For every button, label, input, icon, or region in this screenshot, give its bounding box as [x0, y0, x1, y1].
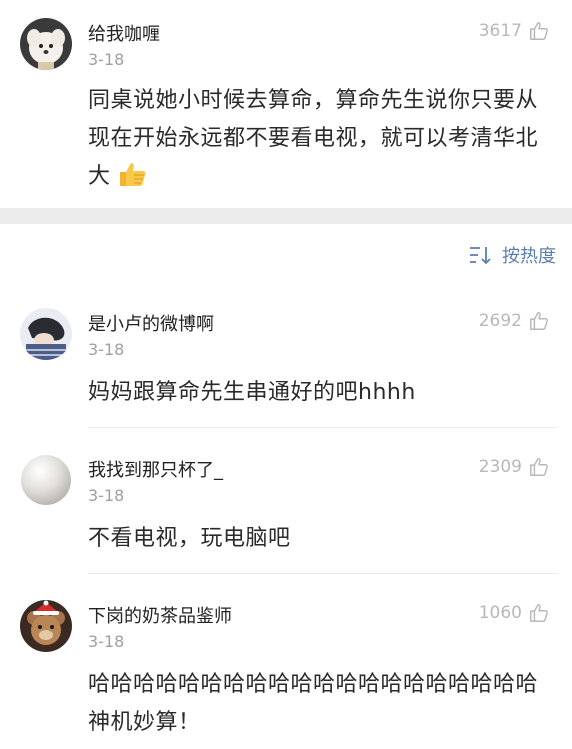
avatar[interactable]	[20, 308, 72, 360]
sort-icon	[470, 247, 491, 265]
username[interactable]: 是小卢的微博啊	[88, 310, 214, 336]
thumbs-up-icon	[530, 458, 548, 476]
avatar-bear-image	[20, 600, 72, 652]
comment-text-content: 同桌说她小时候去算命，算命先生说你只要从现在开始永远都不要看电视，就可以考清华北…	[88, 88, 539, 189]
thumbs-up-icon	[530, 312, 548, 330]
thumbs-up-emoji-icon	[120, 163, 146, 186]
avatar[interactable]	[20, 454, 72, 506]
thumbs-up-icon	[530, 604, 548, 622]
section-separator	[0, 208, 572, 224]
avatar[interactable]	[20, 600, 72, 652]
username[interactable]: 给我咖喱	[88, 20, 160, 46]
avatar-dog-image	[20, 18, 72, 70]
comment-text: 同桌说她小时候去算命，算命先生说你只要从现在开始永远都不要看电视，就可以考清华北…	[88, 82, 553, 196]
comment-text: 不看电视，玩电脑吧	[88, 526, 291, 551]
like-button[interactable]: 2692	[479, 310, 550, 332]
like-button[interactable]: 3617	[479, 20, 550, 42]
comment-date: 3-18	[88, 340, 125, 359]
like-button[interactable]: 1060	[479, 602, 550, 624]
like-count: 1060	[478, 603, 522, 623]
like-button[interactable]: 2309	[479, 456, 550, 478]
comment-date: 3-18	[88, 486, 125, 505]
thumbs-up-icon	[530, 22, 548, 40]
comment-item: 是小卢的微博啊 3-18 2692 妈妈跟算命先生串通好的吧hhhh	[0, 300, 572, 425]
comment-date: 3-18	[88, 50, 125, 69]
sort-by-hot-button[interactable]: 按热度	[468, 242, 556, 268]
like-count: 3617	[478, 21, 522, 41]
username[interactable]: 下岗的奶茶品鉴师	[88, 602, 232, 628]
comment-date: 3-18	[88, 632, 125, 651]
comment-item: 我找到那只杯了_ 3-18 2309 不看电视，玩电脑吧	[0, 446, 572, 571]
sort-label: 按热度	[502, 246, 556, 267]
avatar-girl-image	[20, 308, 72, 360]
like-count: 2692	[478, 311, 522, 331]
divider	[88, 427, 558, 428]
comment-text: 妈妈跟算命先生串通好的吧hhhh	[88, 380, 416, 405]
like-count: 2309	[478, 457, 522, 477]
top-comment: 给我咖喱 3-18 3617 同桌说她小时候去算命，算命先生说你只要从现在开始永…	[0, 0, 572, 208]
comment-item: 下岗的奶茶品鉴师 3-18 1060 哈哈哈哈哈哈哈哈哈哈哈哈哈哈哈哈哈哈哈哈神…	[0, 592, 572, 749]
divider	[88, 573, 558, 574]
username[interactable]: 我找到那只杯了_	[88, 456, 223, 482]
comment-text: 哈哈哈哈哈哈哈哈哈哈哈哈哈哈哈哈哈哈哈哈神机妙算！	[88, 672, 539, 735]
avatar-pearl-image	[20, 454, 72, 506]
avatar[interactable]	[20, 18, 72, 70]
